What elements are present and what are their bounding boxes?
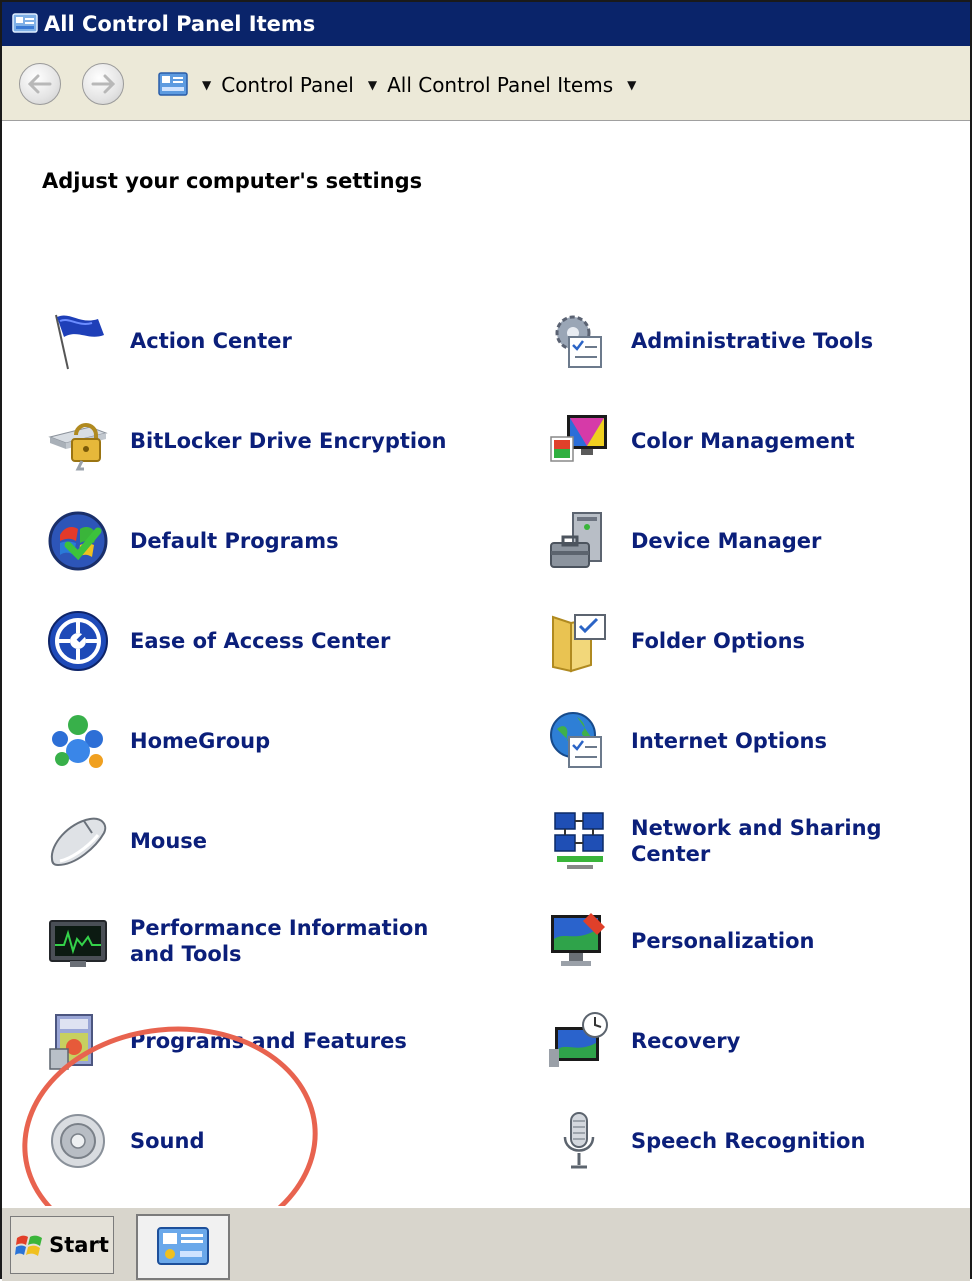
item-color-management[interactable]: Color Management bbox=[547, 409, 961, 473]
item-label: Ease of Access Center bbox=[130, 629, 391, 653]
performance-icon bbox=[49, 920, 107, 967]
item-label: Network and Sharing Center bbox=[631, 816, 882, 866]
back-arrow-icon bbox=[28, 74, 52, 94]
folder-options-icon bbox=[552, 614, 606, 673]
item-label: BitLocker Drive Encryption bbox=[130, 429, 447, 453]
item-ease-of-access[interactable]: Ease of Access Center bbox=[46, 609, 460, 673]
microphone-icon bbox=[563, 1112, 595, 1169]
taskbar: Start bbox=[2, 1206, 970, 1281]
windows-logo-icon bbox=[15, 1235, 43, 1256]
control-panel-icon bbox=[158, 72, 188, 96]
item-label: Mouse bbox=[130, 829, 208, 853]
item-performance[interactable]: Performance Information and Tools bbox=[46, 909, 460, 973]
device-manager-icon bbox=[550, 512, 602, 568]
forward-button[interactable] bbox=[82, 63, 124, 105]
chevron-down-icon[interactable]: ▼ bbox=[202, 78, 211, 92]
default-programs-icon bbox=[48, 511, 108, 571]
navigation-bar: ▼ Control Panel ▼ All Control Panel Item… bbox=[2, 46, 970, 121]
back-button[interactable] bbox=[19, 63, 61, 105]
window-title: All Control Panel Items bbox=[44, 12, 316, 36]
chevron-down-icon[interactable]: ▼ bbox=[627, 78, 636, 92]
item-personalization[interactable]: Personalization bbox=[547, 909, 961, 973]
item-internet-options[interactable]: Internet Options bbox=[547, 709, 961, 773]
breadcrumb-control-panel[interactable]: Control Panel bbox=[221, 73, 354, 97]
start-button[interactable]: Start bbox=[10, 1216, 114, 1274]
homegroup-icon bbox=[52, 715, 103, 768]
admin-tools-icon bbox=[555, 315, 602, 368]
personalization-icon bbox=[551, 913, 605, 966]
address-bar[interactable]: ▼ Control Panel ▼ All Control Panel Item… bbox=[158, 66, 958, 104]
bitlocker-icon bbox=[48, 423, 108, 471]
network-icon bbox=[554, 812, 604, 869]
start-label: Start bbox=[49, 1233, 109, 1257]
title-bar: All Control Panel Items bbox=[2, 2, 970, 46]
item-folder-options[interactable]: Folder Options bbox=[547, 609, 961, 673]
item-label: Recovery bbox=[631, 1029, 741, 1053]
forward-arrow-icon bbox=[91, 74, 115, 94]
breadcrumb-all-items[interactable]: All Control Panel Items bbox=[387, 73, 613, 97]
item-bitlocker[interactable]: BitLocker Drive Encryption bbox=[46, 409, 460, 473]
control-panel-icon bbox=[157, 1227, 209, 1265]
item-label: Internet Options bbox=[631, 729, 827, 753]
item-action-center[interactable]: Action Center bbox=[46, 309, 460, 373]
item-label: Default Programs bbox=[130, 529, 339, 553]
item-speech-recognition[interactable]: Speech Recognition bbox=[547, 1109, 961, 1173]
item-default-programs[interactable]: Default Programs bbox=[46, 509, 460, 573]
item-administrative-tools[interactable]: Administrative Tools bbox=[547, 309, 961, 373]
item-label: Device Manager bbox=[631, 529, 822, 553]
mouse-icon bbox=[50, 817, 107, 867]
item-device-manager[interactable]: Device Manager bbox=[547, 509, 961, 573]
item-label: Personalization bbox=[631, 929, 815, 953]
item-mouse[interactable]: Mouse bbox=[46, 809, 460, 873]
item-label: Administrative Tools bbox=[631, 329, 874, 353]
item-network-sharing[interactable]: Network and Sharing Center bbox=[547, 809, 961, 873]
item-label: HomeGroup bbox=[130, 729, 271, 753]
item-label: Action Center bbox=[130, 329, 292, 353]
item-label: Folder Options bbox=[631, 629, 806, 653]
item-label: Speech Recognition bbox=[631, 1129, 866, 1153]
ease-of-access-icon bbox=[48, 611, 108, 671]
item-recovery[interactable]: Recovery bbox=[547, 1009, 961, 1073]
control-panel-icon bbox=[12, 13, 38, 33]
item-homegroup[interactable]: HomeGroup bbox=[46, 709, 460, 773]
internet-options-icon bbox=[550, 712, 602, 768]
control-panel-window: All Control Panel Items ▼ Control Panel … bbox=[0, 0, 972, 1281]
item-label: Performance Information and Tools bbox=[130, 916, 429, 966]
page-heading: Adjust your computer's settings bbox=[42, 169, 423, 193]
taskbar-control-panel[interactable] bbox=[136, 1214, 230, 1280]
color-management-icon bbox=[550, 415, 607, 462]
chevron-down-icon[interactable]: ▼ bbox=[368, 78, 377, 92]
item-label: Color Management bbox=[631, 429, 855, 453]
recovery-icon bbox=[549, 1012, 608, 1067]
flag-icon bbox=[55, 314, 104, 370]
